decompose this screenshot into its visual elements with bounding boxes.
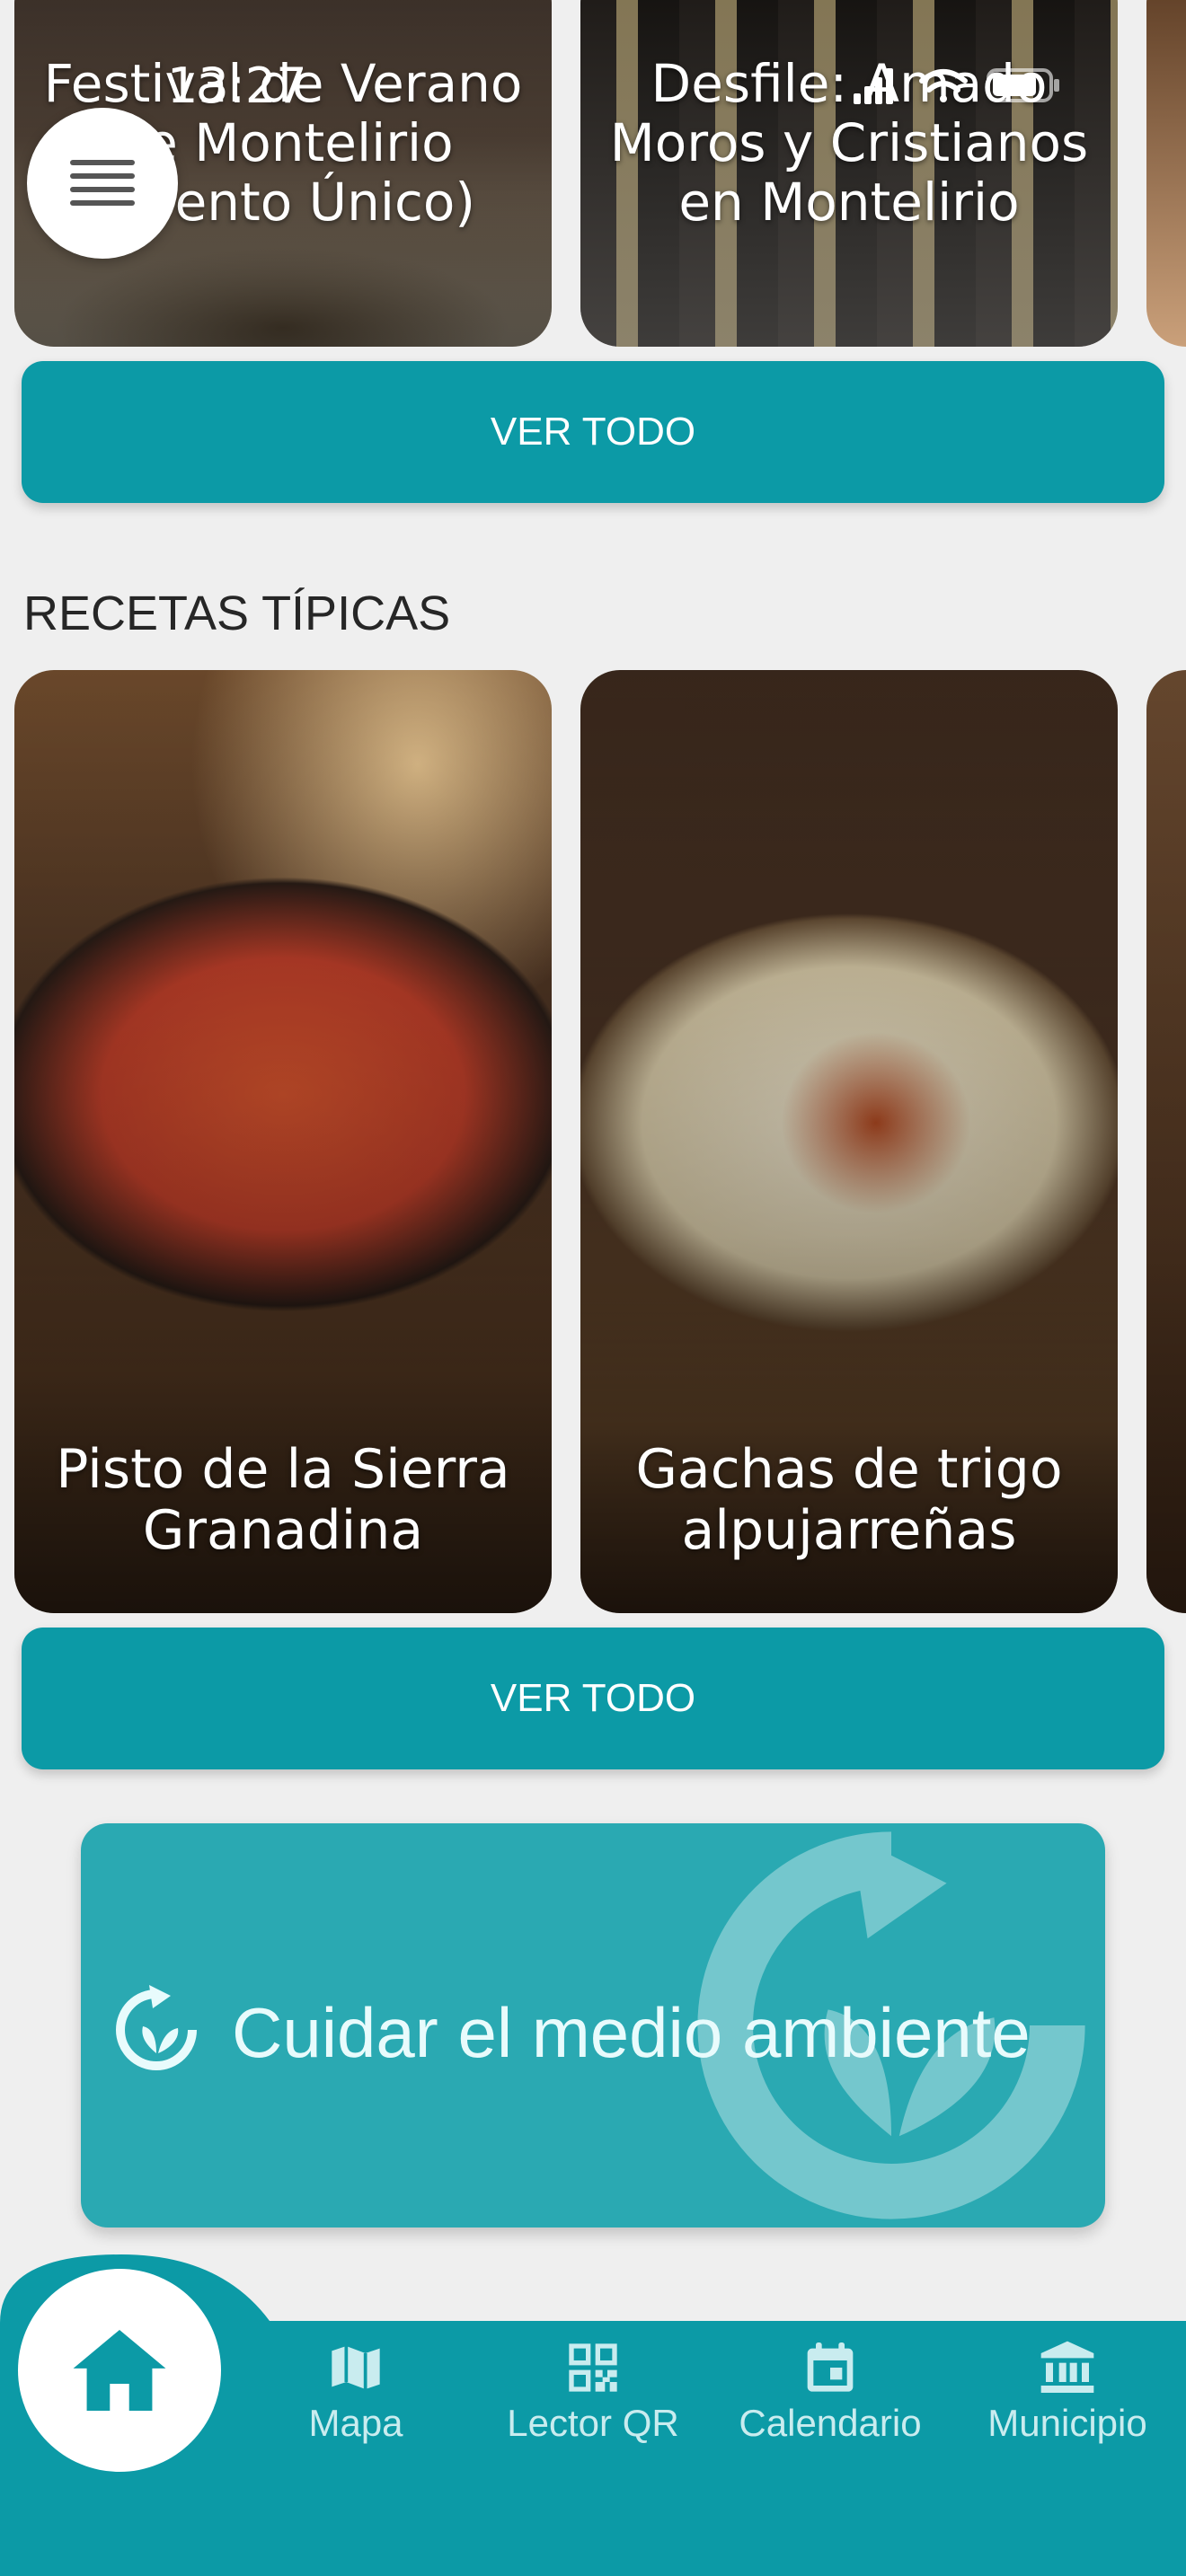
wifi-icon (919, 69, 968, 102)
environment-banner[interactable]: Cuidar el medio ambiente (81, 1823, 1105, 2228)
signal-icon (854, 68, 893, 104)
bottom-navigation: Mapa Lector QR Calendario Municipio (0, 2254, 1186, 2576)
menu-icon (70, 160, 135, 206)
recipe-card-shade (1146, 670, 1186, 1613)
recipe-card-title: Gachas de trigo alpujarreñas (635, 1438, 1063, 1562)
recipe-card[interactable]: Pisto de la Sierra Granadina (14, 670, 552, 1613)
calendar-icon (807, 2342, 854, 2392)
home-icon (73, 2330, 166, 2411)
status-time: 13:27 (167, 57, 307, 114)
recipes-section-title: RECETAS TÍPICAS (23, 587, 451, 640)
events-see-all-button[interactable]: VER TODO (22, 361, 1164, 503)
map-icon (332, 2346, 380, 2389)
nav-item-calendario[interactable]: Calendario (722, 2339, 938, 2445)
recipes-carousel[interactable]: Pisto de la Sierra Granadina Gachas de t… (0, 670, 1186, 1613)
nav-item-label: Municipio (987, 2402, 1147, 2444)
recipes-see-all-button[interactable]: VER TODO (22, 1628, 1164, 1769)
nav-home-button[interactable] (18, 2269, 221, 2472)
eco-recycle-icon (116, 1985, 197, 2070)
qr-code-icon (569, 2343, 617, 2392)
battery-icon (987, 68, 1059, 102)
recipe-card[interactable]: Gachas de trigo alpujarreñas (580, 670, 1118, 1613)
nav-item-label: Mapa (308, 2402, 403, 2444)
recipe-card-title: Pisto de la Sierra Granadina (56, 1438, 510, 1562)
nav-item-municipio[interactable]: Municipio (960, 2339, 1175, 2445)
nav-item-label: Calendario (739, 2402, 922, 2444)
menu-button[interactable] (27, 108, 178, 259)
nav-item-lector-qr[interactable]: Lector QR (485, 2339, 701, 2445)
status-icons (854, 68, 1059, 104)
nav-item-label: Lector QR (507, 2402, 679, 2444)
nav-item-mapa[interactable]: Mapa (248, 2339, 464, 2445)
environment-banner-label: Cuidar el medio ambiente (232, 1993, 1031, 2072)
bank-icon (1040, 2341, 1094, 2393)
recipe-card-partial[interactable] (1146, 670, 1186, 1613)
status-bar: 13:27 (0, 0, 1186, 180)
